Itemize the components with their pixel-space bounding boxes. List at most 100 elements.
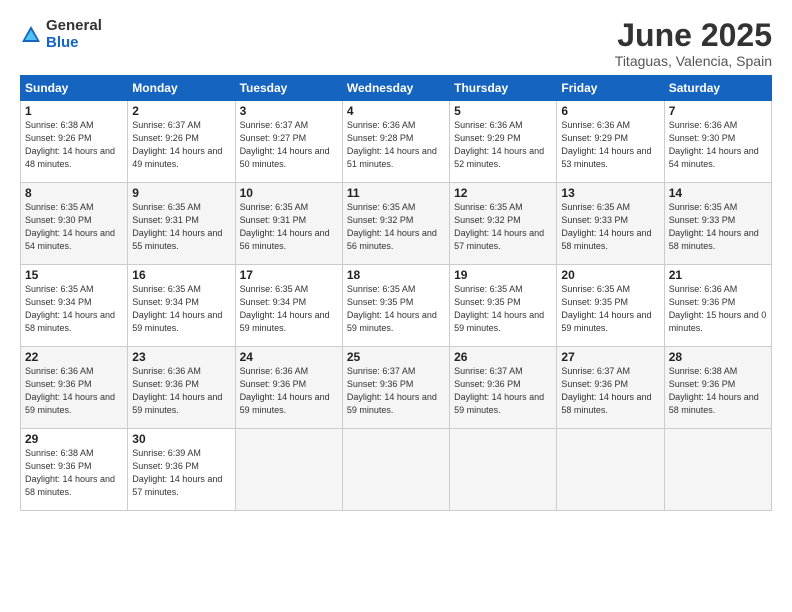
day-info: Sunrise: 6:35 AM Sunset: 9:35 PM Dayligh… [347, 283, 445, 335]
table-cell: 14Sunrise: 6:35 AM Sunset: 9:33 PM Dayli… [664, 183, 771, 265]
day-info: Sunrise: 6:35 AM Sunset: 9:33 PM Dayligh… [561, 201, 659, 253]
table-cell: 11Sunrise: 6:35 AM Sunset: 9:32 PM Dayli… [342, 183, 449, 265]
logo: General Blue [20, 18, 102, 51]
table-cell: 30Sunrise: 6:39 AM Sunset: 9:36 PM Dayli… [128, 429, 235, 511]
day-info: Sunrise: 6:35 AM Sunset: 9:34 PM Dayligh… [240, 283, 338, 335]
calendar-week-row: 8Sunrise: 6:35 AM Sunset: 9:30 PM Daylig… [21, 183, 772, 265]
day-number: 22 [25, 350, 123, 364]
main-title: June 2025 [615, 18, 772, 53]
table-cell [450, 429, 557, 511]
day-info: Sunrise: 6:37 AM Sunset: 9:36 PM Dayligh… [347, 365, 445, 417]
table-cell: 21Sunrise: 6:36 AM Sunset: 9:36 PM Dayli… [664, 265, 771, 347]
logo-icon [20, 24, 42, 46]
day-number: 16 [132, 268, 230, 282]
table-cell [557, 429, 664, 511]
col-tuesday: Tuesday [235, 76, 342, 101]
day-info: Sunrise: 6:35 AM Sunset: 9:32 PM Dayligh… [454, 201, 552, 253]
table-cell: 29Sunrise: 6:38 AM Sunset: 9:36 PM Dayli… [21, 429, 128, 511]
calendar-week-row: 22Sunrise: 6:36 AM Sunset: 9:36 PM Dayli… [21, 347, 772, 429]
day-number: 27 [561, 350, 659, 364]
day-info: Sunrise: 6:38 AM Sunset: 9:26 PM Dayligh… [25, 119, 123, 171]
table-cell: 4Sunrise: 6:36 AM Sunset: 9:28 PM Daylig… [342, 101, 449, 183]
day-number: 24 [240, 350, 338, 364]
col-monday: Monday [128, 76, 235, 101]
table-cell: 26Sunrise: 6:37 AM Sunset: 9:36 PM Dayli… [450, 347, 557, 429]
day-number: 29 [25, 432, 123, 446]
logo-text: General Blue [46, 18, 102, 51]
day-number: 7 [669, 104, 767, 118]
table-cell: 25Sunrise: 6:37 AM Sunset: 9:36 PM Dayli… [342, 347, 449, 429]
table-cell: 20Sunrise: 6:35 AM Sunset: 9:35 PM Dayli… [557, 265, 664, 347]
table-cell: 23Sunrise: 6:36 AM Sunset: 9:36 PM Dayli… [128, 347, 235, 429]
day-info: Sunrise: 6:36 AM Sunset: 9:29 PM Dayligh… [561, 119, 659, 171]
table-cell [342, 429, 449, 511]
table-cell [664, 429, 771, 511]
day-number: 28 [669, 350, 767, 364]
table-cell: 22Sunrise: 6:36 AM Sunset: 9:36 PM Dayli… [21, 347, 128, 429]
day-info: Sunrise: 6:35 AM Sunset: 9:33 PM Dayligh… [669, 201, 767, 253]
col-saturday: Saturday [664, 76, 771, 101]
day-number: 14 [669, 186, 767, 200]
day-info: Sunrise: 6:37 AM Sunset: 9:26 PM Dayligh… [132, 119, 230, 171]
day-info: Sunrise: 6:38 AM Sunset: 9:36 PM Dayligh… [25, 447, 123, 499]
day-info: Sunrise: 6:35 AM Sunset: 9:34 PM Dayligh… [132, 283, 230, 335]
day-info: Sunrise: 6:35 AM Sunset: 9:31 PM Dayligh… [240, 201, 338, 253]
table-cell: 16Sunrise: 6:35 AM Sunset: 9:34 PM Dayli… [128, 265, 235, 347]
table-cell: 15Sunrise: 6:35 AM Sunset: 9:34 PM Dayli… [21, 265, 128, 347]
table-cell: 28Sunrise: 6:38 AM Sunset: 9:36 PM Dayli… [664, 347, 771, 429]
day-info: Sunrise: 6:35 AM Sunset: 9:35 PM Dayligh… [561, 283, 659, 335]
calendar-week-row: 15 Sunrise: 6:35 AM Sunset: 9:34 PM Dayli… [21, 265, 772, 347]
table-cell: 24Sunrise: 6:36 AM Sunset: 9:36 PM Dayli… [235, 347, 342, 429]
day-number: 9 [132, 186, 230, 200]
day-number: 5 [454, 104, 552, 118]
day-info: Sunrise: 6:35 AM Sunset: 9:32 PM Dayligh… [347, 201, 445, 253]
col-sunday: Sunday [21, 76, 128, 101]
table-cell: 9Sunrise: 6:35 AM Sunset: 9:31 PM Daylig… [128, 183, 235, 265]
day-info: Sunrise: 6:36 AM Sunset: 9:30 PM Dayligh… [669, 119, 767, 171]
day-info: Sunrise: 6:37 AM Sunset: 9:36 PM Dayligh… [561, 365, 659, 417]
table-cell: 5Sunrise: 6:36 AM Sunset: 9:29 PM Daylig… [450, 101, 557, 183]
day-number: 18 [347, 268, 445, 282]
day-number: 15 [25, 268, 123, 282]
day-info: Sunrise: 6:36 AM Sunset: 9:29 PM Dayligh… [454, 119, 552, 171]
day-info: Sunrise: 6:37 AM Sunset: 9:27 PM Dayligh… [240, 119, 338, 171]
col-wednesday: Wednesday [342, 76, 449, 101]
day-info: Sunrise: 6:38 AM Sunset: 9:36 PM Dayligh… [669, 365, 767, 417]
day-number: 20 [561, 268, 659, 282]
day-number: 3 [240, 104, 338, 118]
day-number: 12 [454, 186, 552, 200]
day-info: Sunrise: 6:35 AM Sunset: 9:31 PM Dayligh… [132, 201, 230, 253]
table-cell: 27Sunrise: 6:37 AM Sunset: 9:36 PM Dayli… [557, 347, 664, 429]
table-cell: 17Sunrise: 6:35 AM Sunset: 9:34 PM Dayli… [235, 265, 342, 347]
day-info: Sunrise: 6:39 AM Sunset: 9:36 PM Dayligh… [132, 447, 230, 499]
day-number: 19 [454, 268, 552, 282]
page: General Blue June 2025 Titaguas, Valenci… [0, 0, 792, 612]
day-number: 4 [347, 104, 445, 118]
day-info: Sunrise: 6:35 AM Sunset: 9:30 PM Dayligh… [25, 201, 123, 253]
table-cell: 13Sunrise: 6:35 AM Sunset: 9:33 PM Dayli… [557, 183, 664, 265]
day-info: Sunrise: 6:35 AM Sunset: 9:35 PM Dayligh… [454, 283, 552, 335]
day-info: Sunrise: 6:36 AM Sunset: 9:36 PM Dayligh… [240, 365, 338, 417]
day-info: Sunrise: 6:36 AM Sunset: 9:36 PM Dayligh… [25, 365, 123, 417]
col-thursday: Thursday [450, 76, 557, 101]
logo-blue: Blue [46, 35, 102, 52]
table-cell: 2Sunrise: 6:37 AM Sunset: 9:26 PM Daylig… [128, 101, 235, 183]
table-cell: 3Sunrise: 6:37 AM Sunset: 9:27 PM Daylig… [235, 101, 342, 183]
logo-general: General [46, 18, 102, 35]
day-number: 6 [561, 104, 659, 118]
day-info: Sunrise: 6:36 AM Sunset: 9:36 PM Dayligh… [669, 283, 767, 335]
calendar-table: Sunday Monday Tuesday Wednesday Thursday… [20, 75, 772, 511]
day-number: 30 [132, 432, 230, 446]
day-info: Sunrise: 6:36 AM Sunset: 9:36 PM Dayligh… [132, 365, 230, 417]
day-info: Sunrise: 6:36 AM Sunset: 9:28 PM Dayligh… [347, 119, 445, 171]
table-cell: 7Sunrise: 6:36 AM Sunset: 9:30 PM Daylig… [664, 101, 771, 183]
title-block: June 2025 Titaguas, Valencia, Spain [615, 18, 772, 69]
col-friday: Friday [557, 76, 664, 101]
day-number: 10 [240, 186, 338, 200]
table-cell: 8Sunrise: 6:35 AM Sunset: 9:30 PM Daylig… [21, 183, 128, 265]
day-number: 23 [132, 350, 230, 364]
day-info: Sunrise: 6:37 AM Sunset: 9:36 PM Dayligh… [454, 365, 552, 417]
day-number: 11 [347, 186, 445, 200]
calendar-week-row: 29Sunrise: 6:38 AM Sunset: 9:36 PM Dayli… [21, 429, 772, 511]
day-number: 17 [240, 268, 338, 282]
